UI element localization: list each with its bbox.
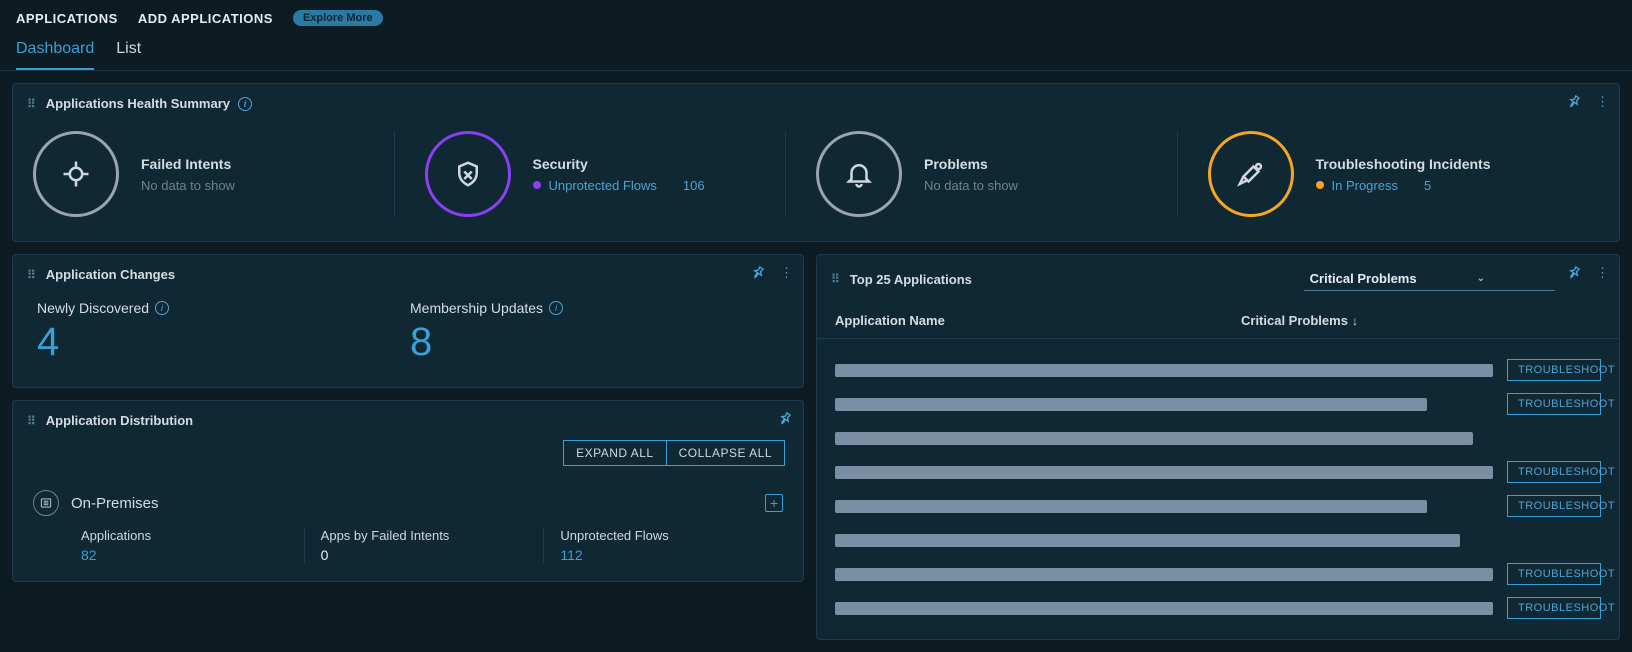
datacenter-icon [33,490,59,516]
col-critical-problems-label: Critical Problems [1241,313,1348,328]
nav-add-applications[interactable]: ADD APPLICATIONS [138,11,273,26]
troubleshoot-button[interactable]: TROUBLESHOOT [1507,597,1601,619]
table-row: TROUBLESHOOT [835,563,1601,585]
in-progress-value: 5 [1424,178,1431,193]
hs-security-title: Security [533,156,705,172]
troubleshoot-button[interactable]: TROUBLESHOOT [1507,563,1601,585]
hs-problems: Problems No data to show [816,131,1208,217]
metric-select-value: Critical Problems [1310,271,1417,286]
tools-icon [1208,131,1294,217]
dist-apps-value[interactable]: 82 [81,547,304,563]
kebab-icon[interactable]: ⋮ [780,265,793,284]
pin-icon[interactable] [1566,94,1582,113]
drag-handle-icon[interactable]: ⠿ [831,272,842,286]
bell-icon [816,131,902,217]
tab-dashboard[interactable]: Dashboard [16,40,94,70]
table-row: TROUBLESHOOT [835,393,1601,415]
hs-failed-title: Failed Intents [141,156,235,172]
dist-apps-label: Applications [81,528,304,543]
app-distribution-title: Application Distribution [46,413,193,428]
in-progress-link[interactable]: In Progress [1332,178,1398,193]
app-bar[interactable] [835,534,1460,547]
troubleshoot-button[interactable]: TROUBLESHOOT [1507,461,1601,483]
health-title: Applications Health Summary [46,96,230,111]
membership-updates-value[interactable]: 8 [410,320,783,365]
hs-failed-sub: No data to show [141,178,235,193]
hs-problems-sub: No data to show [924,178,1018,193]
app-distribution-panel: ⠿ Application Distribution EXPAND ALL CO… [12,400,804,582]
sort-desc-icon: ↓ [1352,314,1358,328]
dot-icon [533,181,541,189]
unprotected-flows-value: 106 [683,178,705,193]
hs-security: Security Unprotected Flows 106 [425,131,817,217]
hs-failed-intents: Failed Intents No data to show [33,131,425,217]
info-icon[interactable]: i [155,301,169,315]
on-premises-title: On-Premises [71,495,159,512]
drag-handle-icon[interactable]: ⠿ [27,97,38,111]
top-apps-panel: ⠿ Top 25 Applications Critical Problems … [816,254,1620,640]
pin-icon[interactable] [750,265,766,284]
table-row: TROUBLESHOOT [835,359,1601,381]
membership-updates-label: Membership Updates [410,300,543,316]
newly-discovered-value[interactable]: 4 [37,320,410,365]
pin-icon[interactable] [777,411,793,430]
table-row: TROUBLESHOOT [835,529,1601,551]
dist-flows-value[interactable]: 112 [560,547,783,563]
app-bar[interactable] [835,568,1493,581]
troubleshoot-button[interactable]: TROUBLESHOOT [1507,393,1601,415]
target-icon [33,131,119,217]
col-critical-problems[interactable]: Critical Problems ↓ [1241,313,1601,328]
metric-select[interactable]: Critical Problems ⌄ [1304,267,1555,291]
hs-trouble-title: Troubleshooting Incidents [1316,156,1491,172]
troubleshoot-button[interactable]: TROUBLESHOOT [1507,495,1601,517]
health-summary-panel: ⠿ Applications Health Summary i ⋮ Failed… [12,83,1620,242]
table-row: TROUBLESHOOT [835,461,1601,483]
table-row: TROUBLESHOOT [835,597,1601,619]
info-icon[interactable]: i [238,97,252,111]
newly-discovered-label: Newly Discovered [37,300,149,316]
drag-handle-icon[interactable]: ⠿ [27,268,38,282]
table-row: TROUBLESHOOT [835,427,1601,449]
nav-applications[interactable]: APPLICATIONS [16,11,118,26]
top-apps-title: Top 25 Applications [850,272,972,287]
col-application-name[interactable]: Application Name [835,313,1241,328]
app-bar[interactable] [835,398,1427,411]
table-row: TROUBLESHOOT [835,495,1601,517]
app-bar[interactable] [835,432,1473,445]
drag-handle-icon[interactable]: ⠿ [27,414,38,428]
app-bar[interactable] [835,500,1427,513]
unprotected-flows-link[interactable]: Unprotected Flows [549,178,657,193]
chevron-down-icon: ⌄ [1477,273,1485,284]
troubleshoot-button[interactable]: TROUBLESHOOT [1507,359,1601,381]
info-icon[interactable]: i [549,301,563,315]
dot-icon [1316,181,1324,189]
tab-list[interactable]: List [116,40,141,70]
kebab-icon[interactable]: ⋮ [1596,265,1609,284]
hs-troubleshooting: Troubleshooting Incidents In Progress 5 [1208,131,1600,217]
explore-more-pill[interactable]: Explore More [293,10,383,26]
dist-failed-value: 0 [321,547,544,563]
collapse-all-button[interactable]: COLLAPSE ALL [666,440,785,466]
kebab-icon[interactable]: ⋮ [1596,94,1609,113]
app-changes-title: Application Changes [46,267,175,282]
app-changes-panel: ⠿ Application Changes ⋮ Newly Discovered… [12,254,804,388]
dist-flows-label: Unprotected Flows [560,528,783,543]
shield-x-icon [425,131,511,217]
dist-failed-label: Apps by Failed Intents [321,528,544,543]
app-bar[interactable] [835,364,1493,377]
expand-section-button[interactable]: + [765,494,783,512]
pin-icon[interactable] [1566,265,1582,284]
expand-all-button[interactable]: EXPAND ALL [563,440,665,466]
app-bar[interactable] [835,466,1493,479]
hs-problems-title: Problems [924,156,1018,172]
app-bar[interactable] [835,602,1493,615]
